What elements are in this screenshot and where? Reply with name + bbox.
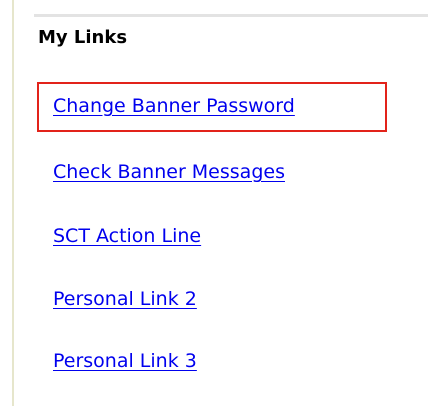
link-check-banner-messages[interactable]: Check Banner Messages xyxy=(53,161,285,183)
link-change-banner-password[interactable]: Change Banner Password xyxy=(53,95,295,117)
link-sct-action-line[interactable]: SCT Action Line xyxy=(53,225,201,247)
link-personal-link-3[interactable]: Personal Link 3 xyxy=(53,350,197,372)
link-personal-link-2[interactable]: Personal Link 2 xyxy=(53,288,197,310)
my-links-panel: My Links Change Banner Password Check Ba… xyxy=(0,0,428,406)
section-title: My Links xyxy=(38,27,128,48)
left-divider xyxy=(12,0,14,406)
top-divider xyxy=(34,14,428,17)
